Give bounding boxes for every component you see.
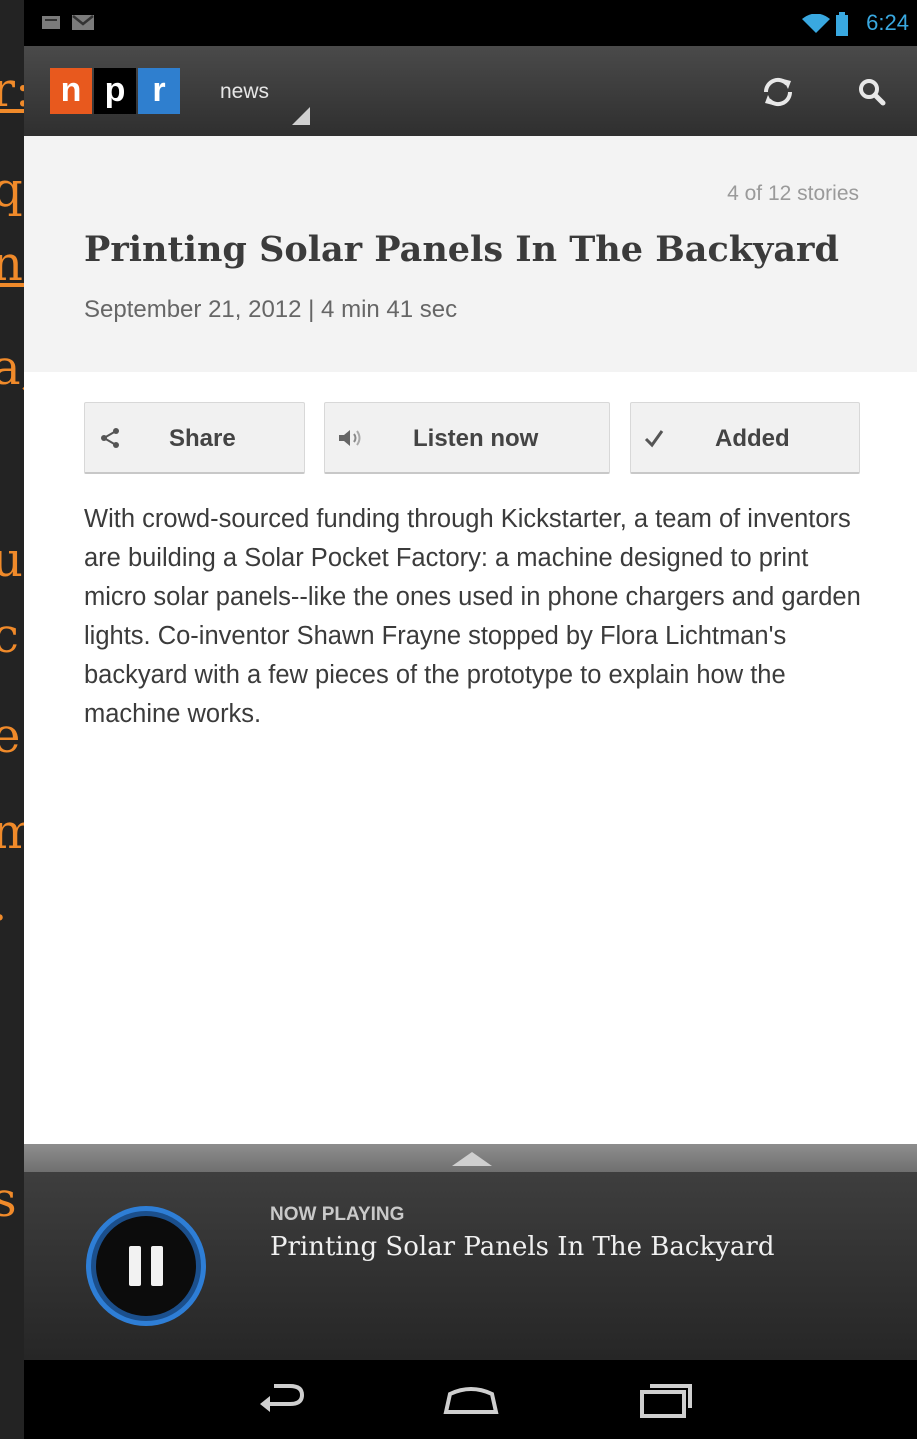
home-icon xyxy=(436,1387,506,1426)
search-button[interactable] xyxy=(846,66,898,118)
background-text-line: . xyxy=(0,880,24,928)
dropdown-corner-icon xyxy=(292,107,310,130)
wifi-icon xyxy=(802,13,830,39)
checkmark-icon xyxy=(643,427,665,454)
share-button[interactable]: Share xyxy=(84,402,305,474)
background-slide-text: r: q n! a, u c! e m . s xyxy=(0,0,24,1439)
back-icon xyxy=(246,1384,316,1426)
pause-button[interactable] xyxy=(82,1202,210,1330)
section-dropdown[interactable]: news xyxy=(220,74,312,130)
story-count: 4 of 12 stories xyxy=(727,182,859,205)
listen-now-button[interactable]: Listen now xyxy=(324,402,610,474)
background-text-line: n! xyxy=(0,236,24,292)
action-bar: n p r news xyxy=(24,46,917,138)
logo-letter-p: p xyxy=(94,68,136,114)
background-text-line: a, xyxy=(0,340,24,396)
player-drawer-handle[interactable] xyxy=(24,1144,917,1172)
now-playing-bar: NOW PLAYING Printing Solar Panels In The… xyxy=(24,1172,917,1360)
speaker-icon xyxy=(337,427,363,454)
story-meta: September 21, 2012 | 4 min 41 sec xyxy=(84,296,458,323)
refresh-icon xyxy=(752,77,804,122)
share-label: Share xyxy=(169,425,236,452)
logo-letter-n: n xyxy=(50,68,92,114)
share-icon xyxy=(99,427,121,454)
gmail-icon xyxy=(72,14,94,35)
recent-apps-button[interactable] xyxy=(630,1378,700,1422)
background-text-line: s xyxy=(0,1172,17,1228)
background-text-line: r: xyxy=(0,62,24,118)
story-body: With crowd-sourced funding through Kicks… xyxy=(84,505,861,728)
section-label: news xyxy=(220,80,270,103)
background-text-line: e xyxy=(0,708,21,764)
npr-logo[interactable]: n p r xyxy=(50,68,182,114)
added-label: Added xyxy=(715,425,790,452)
expand-arrow-icon xyxy=(452,1152,492,1171)
home-button[interactable] xyxy=(436,1378,506,1422)
now-playing-title: Printing Solar Panels In The Backyard xyxy=(270,1232,775,1262)
logo-letter-r: r xyxy=(138,68,180,114)
recent-apps-icon xyxy=(630,1384,700,1426)
notification-icon xyxy=(42,14,60,35)
status-bar: 6:24 xyxy=(24,0,917,46)
pause-icon xyxy=(82,1206,210,1334)
listen-now-label: Listen now xyxy=(413,425,539,452)
status-time: 6:24 xyxy=(866,10,909,35)
navigation-bar xyxy=(24,1360,917,1439)
story-header: 4 of 12 stories Printing Solar Panels In… xyxy=(24,136,917,372)
background-text-line: q xyxy=(0,162,23,218)
background-text-line: m xyxy=(0,804,24,860)
app-screen: 6:24 n p r news 4 of 12 stories Printing… xyxy=(24,0,917,1439)
search-icon xyxy=(846,79,898,122)
battery-icon xyxy=(836,12,848,41)
now-playing-label: NOW PLAYING xyxy=(270,1204,405,1225)
added-button[interactable]: Added xyxy=(630,402,860,474)
back-button[interactable] xyxy=(246,1378,316,1422)
background-text-line: c! xyxy=(0,608,24,664)
story-title: Printing Solar Panels In The Backyard xyxy=(84,229,839,270)
refresh-button[interactable] xyxy=(752,66,804,118)
background-text-line: u xyxy=(0,532,23,588)
